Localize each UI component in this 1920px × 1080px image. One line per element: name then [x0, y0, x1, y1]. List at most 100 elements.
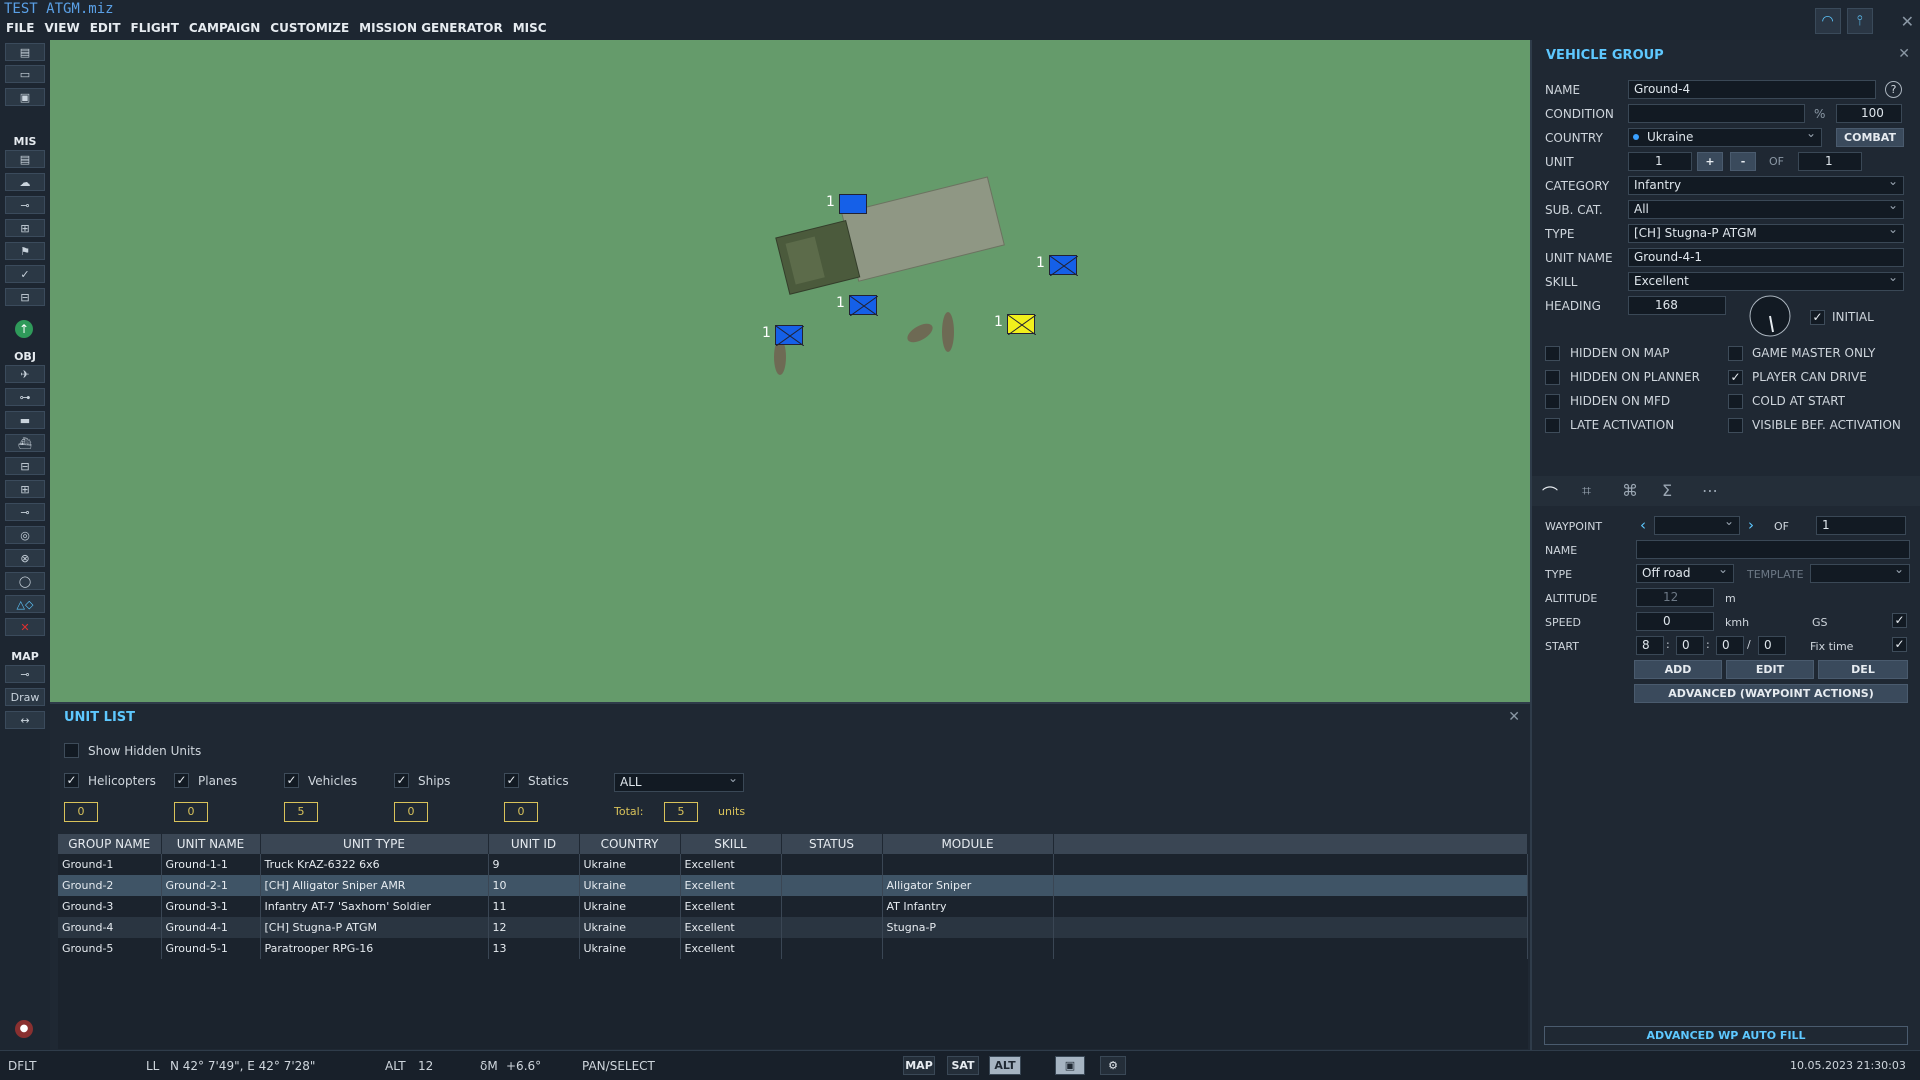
table-row[interactable]: Ground-3 Ground-3-1 Infantry AT-7 'Saxhorn… [58, 896, 1528, 917]
unit-marker[interactable]: 1 [1036, 255, 1078, 276]
condition-input[interactable]: 100 [1836, 104, 1902, 123]
ships-checkbox[interactable]: ✓ [394, 773, 409, 788]
skill-select[interactable]: Excellent [1628, 272, 1904, 291]
map-key-icon[interactable]: ⊸ [5, 665, 45, 683]
advanced-waypoint-actions-button[interactable]: ADVANCED (WAYPOINT ACTIONS) [1634, 684, 1908, 703]
zone-icon[interactable]: ⊸ [5, 503, 45, 521]
column-header[interactable]: COUNTRY [579, 834, 681, 854]
bullseye-icon[interactable]: ⊗ [5, 549, 45, 567]
menu-flight[interactable]: FLIGHT [131, 21, 179, 35]
edit-waypoint-button[interactable]: EDIT [1726, 660, 1814, 679]
template-icon[interactable]: ⊞ [5, 480, 45, 498]
menu-misc[interactable]: MISC [513, 21, 547, 35]
heading-stepper[interactable]: 168 [1628, 296, 1726, 315]
column-header[interactable]: MODULE [882, 834, 1054, 854]
column-header[interactable]: UNIT NAME [161, 834, 261, 854]
next-waypoint-icon[interactable]: › [1748, 516, 1754, 534]
column-header[interactable]: SKILL [680, 834, 782, 854]
table-row-selected[interactable]: Ground-2 Ground-2-1 [CH] Alligator Sniper … [58, 875, 1528, 896]
mission-map[interactable]: 1 1 1 1 1 [50, 40, 1530, 702]
tab-command-icon[interactable]: ⌘ [1622, 481, 1638, 500]
statics-checkbox[interactable]: ✓ [504, 773, 519, 788]
vehicles-checkbox[interactable]: ✓ [284, 773, 299, 788]
speed-input[interactable]: 0 [1636, 612, 1714, 631]
sat-mode-button[interactable]: SAT [947, 1056, 979, 1075]
gs-checkbox[interactable]: ✓ [1892, 613, 1907, 628]
condition-bar[interactable] [1628, 104, 1805, 123]
column-header[interactable]: UNIT ID [488, 834, 580, 854]
menu-customize[interactable]: CUSTOMIZE [270, 21, 349, 35]
soldier-model[interactable] [938, 307, 958, 357]
truck-model[interactable] [740, 170, 1060, 310]
failures-icon[interactable]: ⊟ [5, 288, 45, 306]
start-seconds[interactable]: 0 [1716, 636, 1744, 655]
trigger-icon[interactable]: ⊸ [5, 196, 45, 214]
advanced-wp-autofill-button[interactable]: ADVANCED WP AUTO FILL [1544, 1026, 1908, 1045]
alt-mode-button[interactable]: ALT [989, 1056, 1021, 1075]
start-hours[interactable]: 8 [1636, 636, 1664, 655]
remove-unit-button[interactable]: - [1730, 152, 1756, 171]
column-header[interactable]: GROUP NAME [58, 834, 162, 854]
show-hidden-checkbox[interactable] [64, 743, 79, 758]
group-name-input[interactable]: Ground-4 [1628, 80, 1876, 99]
menu-campaign[interactable]: CAMPAIGN [189, 21, 260, 35]
unit-marker[interactable]: 1 [836, 295, 878, 316]
draw-button[interactable]: Draw [5, 688, 45, 706]
cold-at-start-checkbox[interactable] [1728, 394, 1743, 409]
profile-select[interactable]: DFLT [8, 1059, 37, 1073]
unit-name-input[interactable]: Ground-4-1 [1628, 248, 1904, 267]
type-select[interactable]: [CH] Stugna-P ATGM [1628, 224, 1904, 243]
up-arrow-icon[interactable]: ↑ [15, 320, 33, 338]
menu-mission-generator[interactable]: MISSION GENERATOR [359, 21, 503, 35]
record-icon[interactable]: ● [15, 1020, 33, 1038]
unit-marker[interactable]: 1 [826, 194, 867, 214]
check-icon[interactable]: ✓ [5, 265, 45, 283]
nav-point-icon[interactable]: ◎ [5, 526, 45, 544]
tab-target-icon[interactable]: ⌗ [1582, 481, 1591, 501]
column-header[interactable]: STATUS [781, 834, 883, 854]
menu-file[interactable]: FILE [6, 21, 35, 35]
new-mission-icon[interactable]: ▤ [5, 43, 45, 61]
shapes-icon[interactable]: △◇ [5, 595, 45, 613]
game-master-only-checkbox[interactable] [1728, 346, 1743, 361]
initial-checkbox[interactable]: ✓ [1810, 310, 1825, 325]
soldier-model[interactable] [900, 315, 940, 350]
category-select[interactable]: Infantry [1628, 176, 1904, 195]
column-header[interactable]: UNIT TYPE [260, 834, 489, 854]
close-unit-list-icon[interactable]: ✕ [1508, 709, 1520, 725]
hidden-on-map-checkbox[interactable] [1545, 346, 1560, 361]
antenna-icon[interactable]: ⫯ [1846, 8, 1873, 34]
weather-icon[interactable]: ☁ [5, 173, 45, 191]
static-icon[interactable]: ⊟ [5, 457, 45, 475]
visible-bef-activation-checkbox[interactable] [1728, 418, 1743, 433]
waypoint-name-input[interactable] [1636, 540, 1910, 559]
settings-icon[interactable]: ⚙ [1100, 1056, 1126, 1075]
video-icon[interactable]: ▣ [1055, 1056, 1085, 1075]
unit-marker-selected[interactable]: 1 [994, 314, 1036, 335]
close-window-icon[interactable]: ✕ [1901, 12, 1914, 31]
heading-dial-icon[interactable] [1748, 294, 1792, 338]
add-waypoint-button[interactable]: ADD [1634, 660, 1722, 679]
altitude-input[interactable]: 12 [1636, 588, 1714, 607]
planes-checkbox[interactable]: ✓ [174, 773, 189, 788]
prev-waypoint-icon[interactable]: ‹ [1640, 516, 1646, 534]
waypoint-type-select[interactable]: Off road [1636, 564, 1734, 583]
flag-icon[interactable]: ⚑ [5, 242, 45, 260]
template-select[interactable] [1810, 564, 1910, 583]
subcat-select[interactable]: All [1628, 200, 1904, 219]
country-select[interactable]: Ukraine [1628, 128, 1822, 147]
close-panel-icon[interactable]: ✕ [1898, 46, 1910, 62]
unit-marker[interactable]: 1 [762, 325, 804, 346]
start-minutes[interactable]: 0 [1676, 636, 1704, 655]
coalition-select[interactable]: ALL [614, 773, 744, 792]
plane-icon[interactable]: ✈ [5, 365, 45, 383]
delete-icon[interactable]: ✕ [5, 618, 45, 636]
late-activation-checkbox[interactable] [1545, 418, 1560, 433]
start-day[interactable]: 0 [1758, 636, 1786, 655]
helicopter-icon[interactable]: ⊶ [5, 388, 45, 406]
fixtime-checkbox[interactable]: ✓ [1892, 637, 1907, 652]
save-mission-icon[interactable]: ▣ [5, 88, 45, 106]
wifi-icon[interactable]: ◠ [1814, 8, 1841, 34]
ship-icon[interactable]: ⛴ [5, 434, 45, 452]
map-mode-button[interactable]: MAP [903, 1056, 935, 1075]
